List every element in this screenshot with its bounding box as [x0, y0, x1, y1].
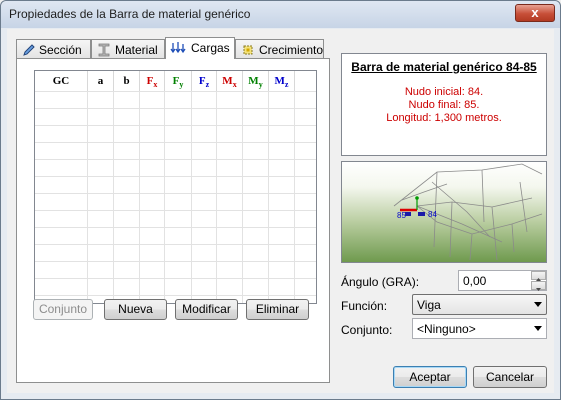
grid-line	[294, 91, 295, 303]
tab-seccion[interactable]: Sección	[16, 39, 91, 58]
grid-line	[139, 91, 140, 303]
nueva-button[interactable]: Nueva	[104, 299, 167, 320]
node-84-label: 84	[428, 210, 437, 219]
loads-arrows-icon	[170, 42, 186, 54]
funcion-value: Viga	[417, 298, 441, 312]
grid-line	[35, 261, 316, 262]
grid-line	[87, 91, 88, 303]
nudo-final-text: Nudo final: 85.	[408, 99, 480, 111]
structure-3d-preview[interactable]: 85 84	[341, 161, 547, 263]
angulo-spinner[interactable]	[531, 271, 546, 291]
grid-line	[35, 278, 316, 279]
cargas-panel: GC a b Fx Fy Fz Mx My Mz Conjunto Nueva …	[16, 58, 330, 383]
grid-line	[35, 227, 316, 228]
grid-line	[35, 125, 316, 126]
grid-line	[35, 142, 316, 143]
grid-line	[242, 91, 243, 303]
close-icon: x	[531, 5, 539, 20]
grid-line	[35, 176, 316, 177]
grid-line	[35, 244, 316, 245]
dialog-client-area: Sección Material Cargas Crecimiento GC a…	[7, 29, 554, 393]
grid-line	[164, 91, 165, 303]
tab-cargas-label: Cargas	[191, 41, 230, 55]
grid-line	[35, 108, 316, 109]
tab-material-label: Material	[115, 43, 158, 57]
modificar-button[interactable]: Modificar	[175, 299, 238, 320]
cancelar-button[interactable]: Cancelar	[473, 366, 547, 388]
col-header-fz[interactable]: Fz	[192, 71, 217, 91]
growth-icon	[243, 45, 253, 55]
structure-3d-view: 85 84	[342, 162, 546, 262]
bar-info-title: Barra de material genérico 84-85	[351, 60, 537, 74]
pencil-icon	[23, 44, 35, 56]
node-marker	[405, 212, 411, 216]
col-header-gc[interactable]: GC	[35, 71, 88, 91]
tab-cargas[interactable]: Cargas	[165, 37, 235, 59]
dropdown-arrow-icon	[534, 326, 542, 331]
angulo-label: Ángulo (GRA):	[341, 275, 420, 289]
nudo-inicial-text: Nudo inicial: 84.	[404, 86, 484, 98]
tab-seccion-label: Sección	[39, 43, 82, 57]
spin-down-button[interactable]	[531, 281, 546, 291]
grid-line	[35, 210, 316, 211]
node-marker	[418, 212, 425, 216]
angulo-value: 0,00	[463, 274, 487, 288]
window-title: Propiedades de la Barra de material gené…	[9, 7, 251, 21]
longitud-text: Longitud: 1,300 metros.	[386, 112, 502, 124]
col-header-my[interactable]: My	[243, 71, 269, 91]
grid-line	[35, 193, 316, 194]
col-header-fx[interactable]: Fx	[140, 71, 165, 91]
col-header-fy[interactable]: Fy	[165, 71, 192, 91]
col-header-mz[interactable]: Mz	[269, 71, 295, 91]
dropdown-arrow-icon	[534, 302, 542, 307]
close-button[interactable]: x	[515, 4, 555, 22]
dialog-window: Propiedades de la Barra de material gené…	[0, 0, 561, 400]
grid-line	[113, 91, 114, 303]
grid-line	[35, 295, 316, 296]
col-header-b[interactable]: b	[114, 71, 140, 91]
conjunto-button[interactable]: Conjunto	[33, 299, 93, 320]
tab-material[interactable]: Material	[91, 39, 165, 58]
loads-grid[interactable]: GC a b Fx Fy Fz Mx My Mz	[34, 70, 317, 304]
chevron-down-icon	[536, 288, 541, 291]
eliminar-button[interactable]: Eliminar	[246, 299, 309, 320]
funcion-label: Función:	[341, 299, 388, 313]
tab-crecimiento[interactable]: Crecimiento	[235, 39, 324, 58]
tab-crecimiento-label: Crecimiento	[259, 43, 324, 57]
conjunto-label: Conjunto:	[341, 323, 393, 337]
col-header-a[interactable]: a	[88, 71, 114, 91]
funcion-select[interactable]: Viga	[412, 294, 547, 315]
axis-y-marker	[415, 196, 419, 200]
ibeam-icon	[98, 43, 110, 57]
conjunto-select[interactable]: <Ninguno>	[412, 318, 547, 339]
conjunto-value: <Ninguno>	[417, 322, 476, 336]
angulo-spinbox[interactable]: 0,00	[458, 270, 547, 291]
aceptar-button[interactable]: Aceptar	[393, 366, 467, 388]
grid-line	[35, 91, 316, 92]
grid-line	[268, 91, 269, 303]
grid-line	[191, 91, 192, 303]
grid-header: GC a b Fx Fy Fz Mx My Mz	[35, 71, 316, 91]
spin-up-button[interactable]	[531, 271, 546, 281]
col-header-mx[interactable]: Mx	[217, 71, 243, 91]
title-bar[interactable]: Propiedades de la Barra de material gené…	[1, 1, 560, 28]
grid-line	[216, 91, 217, 303]
bar-info-box: Barra de material genérico 84-85 Nudo in…	[341, 53, 547, 156]
grid-line	[35, 159, 316, 160]
